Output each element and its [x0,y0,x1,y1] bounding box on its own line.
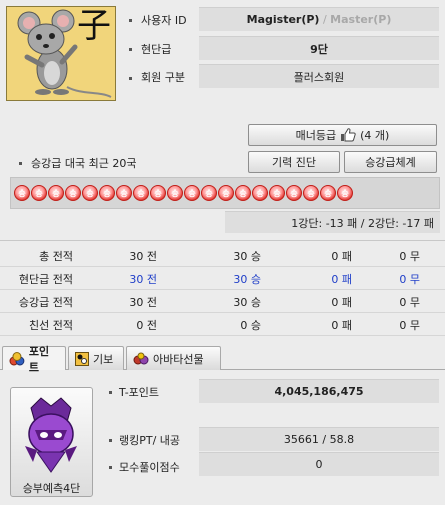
user-id-alt-value: Master(P) [330,13,392,26]
win-result-icon: 승 [65,185,81,201]
win-result-icon: 승 [167,185,183,201]
stats-games-cell: 0 전 [136,319,157,332]
tab-points[interactable]: 포인트 [2,345,66,374]
stats-losses-cell: 0 패 [331,319,352,332]
user-id-value: Magister(P) [246,13,320,26]
stats-row-label: 승강급 전적 [18,296,73,309]
rank-label: 현단급 [141,43,172,56]
skill-check-button[interactable]: 기력 진단 [248,151,340,173]
stats-wins-cell: 30 승 [233,250,261,263]
user-id-value-box: Magister(P) / Master(P) [199,7,439,31]
member-type-label: 회원 구분 [141,71,185,84]
tab-avatar-gift-label: 아바타선물 [153,352,204,366]
manner-grade-button[interactable]: 매너등급 (4 개) [248,124,437,146]
win-result-icon: 승 [14,185,30,201]
stats-games-cell: 30 전 [129,296,157,309]
gift-icon [133,352,149,364]
user-avatar: 子 [6,6,116,101]
stats-games-cell: 30 전 [129,273,157,286]
stats-row: 친선 전적 0 전 0 승 0 패 0 무 [0,314,445,336]
recent-results-strip: 승승승승승승승승승승승승승승승승승승승승 [10,177,440,209]
stats-wins-cell: 30 승 [233,296,261,309]
manner-grade-label: 매너등급 [295,129,337,142]
member-type-value: 플러스회원 [199,64,439,88]
stats-row: 승강급 전적 30 전 30 승 0 패 0 무 [0,291,445,313]
coins-icon [9,351,25,365]
stats-row: 총 전적 30 전 30 승 0 패 0 무 [0,245,445,267]
stats-row-label: 친선 전적 [29,319,73,332]
tab-game-records[interactable]: 기보 [68,346,124,370]
bullet-icon [19,162,22,165]
user-id-label: 사용자 ID [141,14,187,27]
thumbs-up-icon [341,128,356,142]
stats-wins-cell: 30 승 [233,273,261,286]
win-result-icon: 승 [286,185,302,201]
promotion-system-button[interactable]: 승강급체계 [344,151,437,173]
stats-games-cell: 30 전 [129,250,157,263]
tab-points-label: 포인트 [28,344,50,374]
bullet-icon [129,77,132,80]
win-result-icon: 승 [235,185,251,201]
manner-grade-count: (4 개) [360,129,390,142]
ranking-label: 랭킹PT/ 내공 [119,434,181,447]
stats-draws-cell: 0 무 [399,273,420,286]
stats-losses-cell: 0 패 [331,250,352,263]
tpoint-value: 4,045,186,475 [199,379,439,403]
win-result-icon: 승 [218,185,234,201]
win-result-icon: 승 [82,185,98,201]
win-result-icon: 승 [201,185,217,201]
tpoint-label: T-포인트 [119,386,160,399]
masked-character-icon [25,397,77,473]
win-result-icon: 승 [252,185,268,201]
mosu-label: 모수풀이점수 [119,461,180,474]
ranking-value: 35661 / 58.8 [199,427,439,451]
win-result-icon: 승 [269,185,285,201]
bullet-icon [109,466,112,469]
win-result-icon: 승 [99,185,115,201]
stats-losses-cell: 0 패 [331,296,352,309]
prediction-portrait: 승부예측4단 [10,387,93,497]
win-result-icon: 승 [48,185,64,201]
stats-row-label: 총 전적 [39,250,73,263]
stats-wins-cell: 0 승 [240,319,261,332]
divider [0,240,445,241]
win-result-icon: 승 [150,185,166,201]
stats-draws-cell: 0 무 [399,250,420,263]
bullet-icon [109,439,112,442]
tab-avatar-gift[interactable]: 아바타선물 [126,346,221,370]
win-result-icon: 승 [320,185,336,201]
win-result-icon: 승 [31,185,47,201]
stats-draws-cell: 0 무 [399,296,420,309]
bullet-icon [129,48,132,51]
portrait-caption: 승부예측4단 [22,482,81,495]
win-result-icon: 승 [303,185,319,201]
win-result-icon: 승 [337,185,353,201]
avatar-character: 子 [77,6,111,46]
rank-value: 9단 [199,36,439,60]
bullet-icon [129,19,132,22]
stats-row: 현단급 전적 30 전 30 승 0 패 0 무 [0,268,445,290]
user-id-separator: / [319,13,331,26]
record-icon [75,351,89,366]
win-result-icon: 승 [184,185,200,201]
win-result-icon: 승 [116,185,132,201]
promotion-summary: 1강단: -13 패 / 2강단: -17 패 [225,211,440,233]
win-result-icon: 승 [133,185,149,201]
stats-losses-cell: 0 패 [331,273,352,286]
mosu-value: 0 [199,452,439,476]
recent-games-title: 승강급 대국 최근 20국 [31,157,137,170]
stats-row-label: 현단급 전적 [18,273,73,286]
stats-draws-cell: 0 무 [399,319,420,332]
bullet-icon [109,391,112,394]
tab-game-records-label: 기보 [93,352,114,366]
tab-baseline [0,369,445,370]
